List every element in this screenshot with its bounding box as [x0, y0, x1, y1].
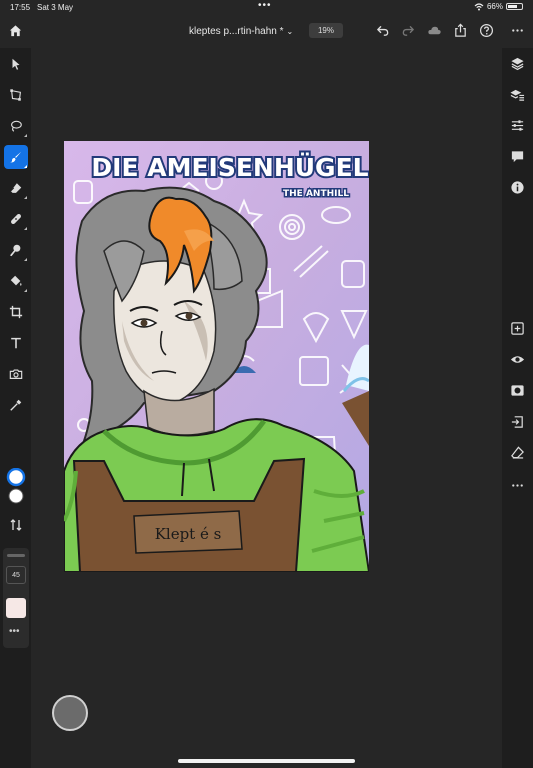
text-icon	[11, 337, 21, 349]
more-icon[interactable]	[510, 23, 525, 38]
brush-size-value[interactable]: 45	[6, 566, 26, 584]
select-icon	[12, 58, 20, 70]
brush-color-chip[interactable]	[6, 598, 26, 618]
redo-icon[interactable]	[401, 23, 416, 38]
right-more-button[interactable]	[510, 478, 525, 493]
adjustments-button[interactable]	[510, 118, 525, 133]
cloud-icon[interactable]	[427, 23, 442, 38]
tool-lasso[interactable]	[4, 114, 28, 138]
document-title: kleptes p...rtin-hahn *	[189, 26, 284, 37]
add-layer-button[interactable]	[510, 321, 525, 336]
tool-healing[interactable]	[4, 207, 28, 231]
lasso-icon	[11, 120, 22, 132]
multitasking-dots[interactable]: •••	[258, 0, 272, 11]
status-right: 66%	[474, 2, 523, 11]
help-icon[interactable]	[479, 23, 494, 38]
transform-icon	[10, 89, 22, 101]
import-icon	[511, 416, 523, 428]
battery-percent: 66%	[486, 2, 503, 11]
layers-button[interactable]	[510, 56, 525, 71]
left-more-button[interactable]: •••	[9, 626, 20, 637]
tool-select[interactable]	[4, 52, 28, 76]
mask-icon	[511, 385, 524, 396]
camera-icon	[9, 369, 23, 379]
eraser-icon	[10, 183, 22, 193]
artwork-canvas[interactable]: DIE AMEISENHÜGEL THE ANTHILL Klept é s	[64, 141, 369, 572]
comments-button[interactable]	[510, 149, 525, 164]
tool-eyedropper[interactable]	[4, 393, 28, 417]
adjustments-icon	[511, 120, 524, 131]
color-swatches	[4, 467, 28, 512]
crop-icon	[9, 305, 23, 319]
tool-crop[interactable]	[4, 300, 28, 324]
brush-icon	[10, 151, 22, 163]
layer-properties-button[interactable]	[510, 87, 525, 102]
share-icon[interactable]	[453, 23, 468, 38]
smudge-icon	[10, 244, 21, 257]
eyedropper-icon	[10, 399, 22, 411]
layer-properties-icon	[510, 89, 525, 101]
touch-shortcut-button[interactable]	[52, 695, 88, 731]
tool-eraser[interactable]	[4, 176, 28, 200]
artwork-subtitle: THE ANTHILL	[283, 189, 349, 199]
layers-icon	[511, 57, 524, 71]
mask-button[interactable]	[510, 383, 525, 398]
visibility-icon	[510, 356, 525, 363]
background-color-swatch[interactable]	[8, 488, 24, 504]
more-icon	[512, 484, 523, 487]
tool-text[interactable]	[4, 331, 28, 355]
clear-icon	[511, 446, 524, 459]
tool-brush[interactable]	[4, 145, 28, 169]
info-icon	[511, 181, 524, 194]
battery-icon	[506, 3, 523, 10]
swap-colors-icon[interactable]	[9, 518, 23, 532]
chevron-down-icon: ⌄	[286, 27, 294, 36]
artwork-title: DIE AMEISENHÜGEL	[91, 152, 368, 182]
fill-icon	[10, 275, 22, 286]
healing-icon	[11, 214, 21, 224]
apron-label: Klept é s	[155, 525, 222, 543]
foreground-color-swatch[interactable]	[6, 467, 26, 487]
undo-icon[interactable]	[375, 23, 390, 38]
clear-button[interactable]	[510, 445, 525, 460]
brush-size-slider[interactable]	[7, 554, 25, 557]
artwork-illustration: DIE AMEISENHÜGEL THE ANTHILL Klept é s	[64, 141, 369, 572]
add-layer-icon	[511, 322, 524, 335]
right-toolbar	[502, 48, 533, 768]
import-button[interactable]	[510, 414, 525, 429]
home-icon[interactable]	[8, 23, 23, 38]
tool-fill[interactable]	[4, 269, 28, 293]
wifi-icon	[474, 2, 484, 10]
zoom-level[interactable]: 19%	[309, 23, 343, 38]
tool-transform[interactable]	[4, 83, 28, 107]
tool-smudge[interactable]	[4, 238, 28, 262]
comments-icon	[511, 151, 524, 163]
document-title-button[interactable]: kleptes p...rtin-hahn * ⌄	[189, 26, 293, 37]
left-toolbar: 45 •••	[0, 48, 31, 768]
tool-camera[interactable]	[4, 362, 28, 386]
visibility-button[interactable]	[510, 352, 525, 367]
status-bar: 17:55 Sat 3 May ••• 66%	[0, 0, 533, 14]
top-bar: kleptes p...rtin-hahn * ⌄ 19%	[0, 14, 533, 48]
info-button[interactable]	[510, 180, 525, 195]
home-indicator[interactable]	[178, 759, 355, 763]
status-time: 17:55	[10, 3, 31, 12]
status-date: Sat 3 May	[37, 3, 74, 12]
